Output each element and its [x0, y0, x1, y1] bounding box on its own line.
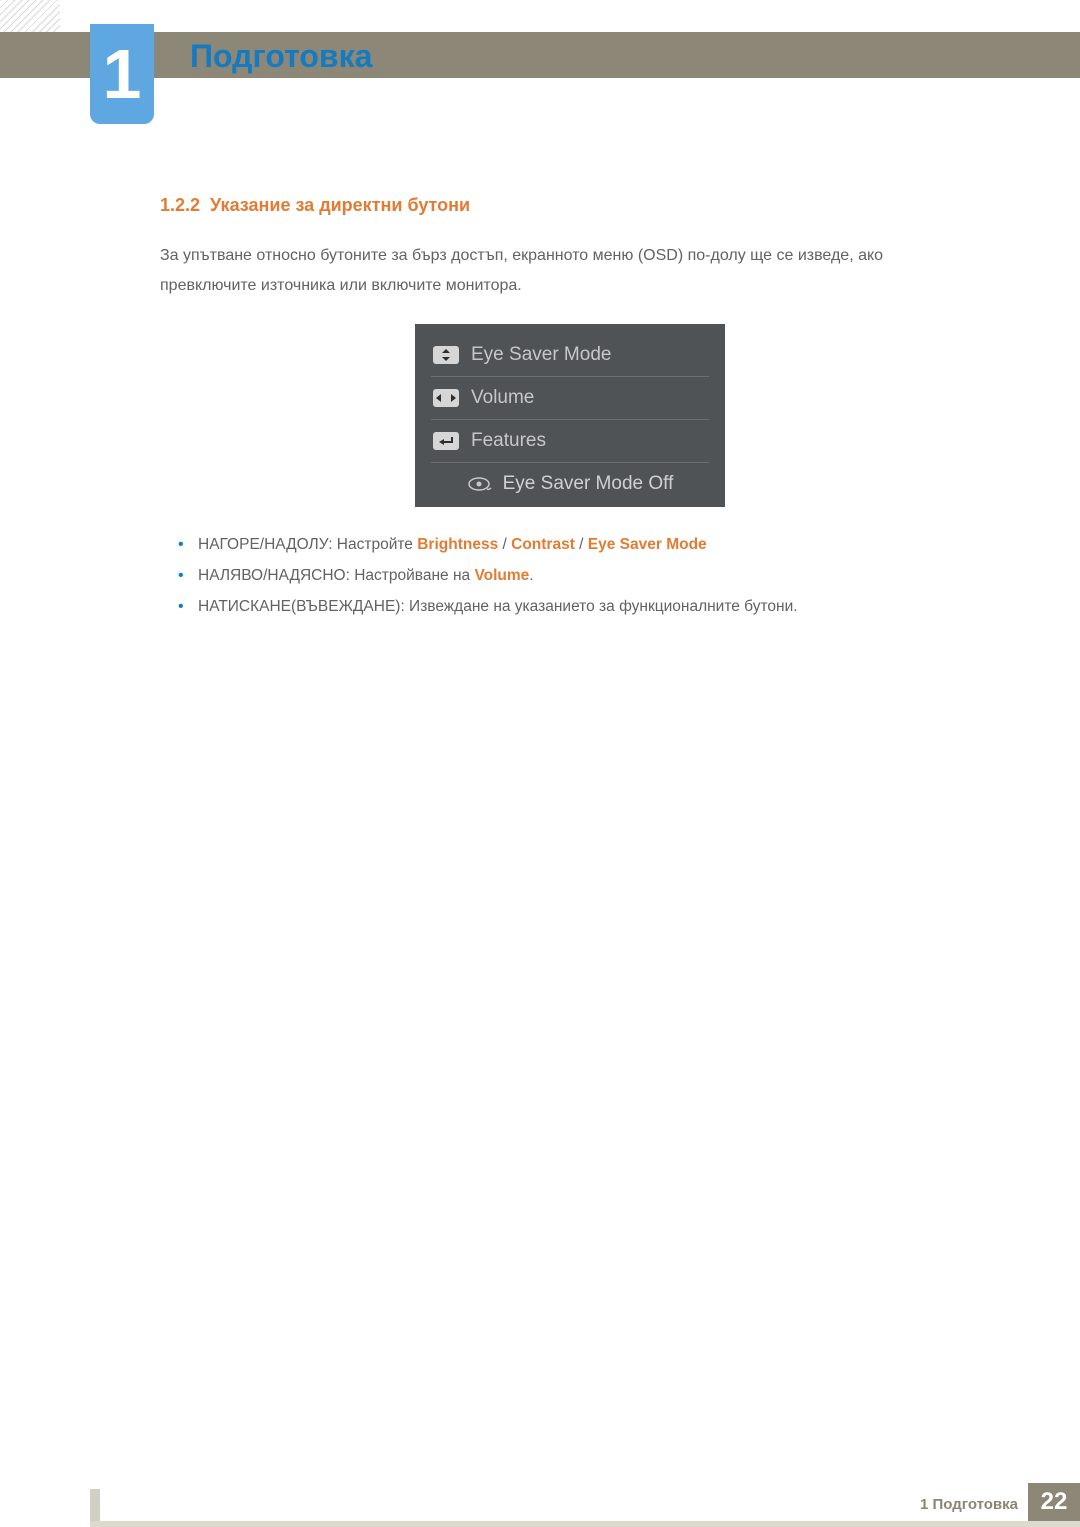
page-footer: 1 Подготовка 22	[0, 1483, 1080, 1527]
osd-row-eye-saver: Eye Saver Mode	[431, 334, 709, 377]
chapter-number-box: 1	[90, 24, 154, 124]
highlight-term: Volume	[474, 567, 529, 584]
highlight-term: Brightness	[417, 536, 498, 553]
eye-icon	[467, 475, 493, 493]
osd-panel: Eye Saver Mode Volume Features Eye Saver…	[415, 324, 725, 507]
osd-label: Features	[471, 430, 546, 452]
bullet-text: НАЛЯВО/НАДЯСНО: Настройване на	[198, 567, 474, 584]
up-down-icon	[433, 346, 459, 364]
bullet-text: НАТИСКАНЕ(ВЪВЕЖДАНЕ): Извеждане на указа…	[198, 598, 798, 615]
highlight-term: Eye Saver Mode	[588, 536, 707, 553]
section-intro-text: За упътване относно бутоните за бърз дос…	[160, 241, 980, 302]
osd-status-label: Eye Saver Mode Off	[503, 473, 674, 495]
page-number: 22	[1041, 1488, 1068, 1516]
highlight-term: Contrast	[511, 536, 575, 553]
osd-status-row: Eye Saver Mode Off	[431, 463, 709, 495]
chapter-number: 1	[103, 39, 142, 109]
corner-hatch-decoration	[0, 0, 60, 36]
section-heading: 1.2.2 Указание за директни бутони	[160, 195, 980, 216]
page-number-box: 22	[1028, 1483, 1080, 1521]
bullet-list: НАГОРЕ/НАДОЛУ: Настройте Brightness / Co…	[160, 529, 980, 622]
section-title: Указание за директни бутони	[210, 195, 470, 215]
osd-row-volume: Volume	[431, 377, 709, 420]
osd-label: Volume	[471, 387, 534, 409]
enter-icon	[433, 432, 459, 450]
footer-bar	[90, 1521, 1080, 1527]
page-content: 1.2.2 Указание за директни бутони За упът…	[160, 195, 980, 622]
osd-row-features: Features	[431, 420, 709, 463]
section-number: 1.2.2	[160, 195, 200, 215]
left-right-icon	[433, 389, 459, 407]
list-item: НАГОРЕ/НАДОЛУ: Настройте Brightness / Co…	[198, 529, 980, 560]
header-bar	[0, 32, 1080, 78]
osd-label: Eye Saver Mode	[471, 344, 611, 366]
list-item: НАЛЯВО/НАДЯСНО: Настройване на Volume.	[198, 560, 980, 591]
list-item: НАТИСКАНЕ(ВЪВЕЖДАНЕ): Извеждане на указа…	[198, 591, 980, 622]
footer-chapter-label: 1 Подготовка	[920, 1496, 1018, 1513]
bullet-text: НАГОРЕ/НАДОЛУ: Настройте	[198, 536, 417, 553]
chapter-title: Подготовка	[190, 38, 372, 75]
